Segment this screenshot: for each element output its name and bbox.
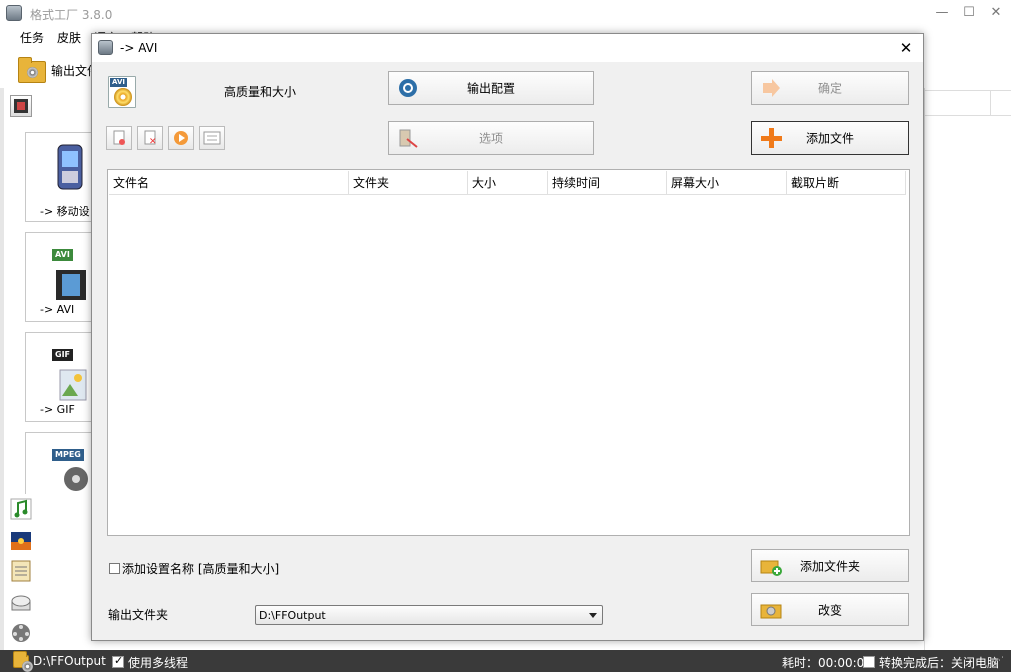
column-header-screen-size[interactable]: 屏幕大小 <box>667 171 787 195</box>
optical-disc-icon[interactable] <box>10 592 32 614</box>
convert-gif-label: -> GIF <box>40 403 75 416</box>
clear-list-button[interactable]: ✕ <box>137 126 163 150</box>
add-file-label: 添加文件 <box>805 131 854 146</box>
maximize-button[interactable]: ☐ <box>956 3 982 23</box>
video-category-tab[interactable] <box>10 95 32 117</box>
gif-badge: GIF <box>52 349 74 361</box>
status-output-path[interactable]: D:\FFOutput <box>33 654 106 668</box>
multithread-check-icon <box>112 654 124 668</box>
task-list-header <box>925 90 1011 116</box>
format-factory-app-icon <box>6 5 22 21</box>
main-task-list-area <box>924 88 1011 650</box>
convert-gif-card[interactable]: GIF -> GIF <box>25 332 95 422</box>
resize-grip-icon[interactable]: ⋰ <box>995 656 1004 666</box>
output-folder-icon[interactable] <box>18 57 46 83</box>
column-header-duration[interactable]: 持续时间 <box>548 171 667 195</box>
ok-button[interactable]: 确定 <box>751 71 909 105</box>
column-header-size[interactable]: 大小 <box>468 171 548 195</box>
mobile-phone-icon <box>57 144 83 190</box>
document-icon[interactable] <box>10 560 32 582</box>
options-button[interactable]: 选项 <box>388 121 594 155</box>
remove-file-button[interactable] <box>106 126 132 150</box>
mpeg-reel-icon <box>64 467 88 491</box>
menu-skin[interactable]: 皮肤 <box>57 29 81 46</box>
info-card-icon <box>203 131 221 145</box>
conversion-panel: -> 移动设 AVI -> AVI GIF -> GIF MPEG <box>0 88 95 650</box>
convert-mpeg-card[interactable]: MPEG <box>25 432 95 494</box>
column-header-folder[interactable]: 文件夹 <box>349 171 468 195</box>
add-setting-name-checkbox[interactable] <box>109 563 120 574</box>
avi-disc-icon <box>114 88 132 106</box>
add-setting-name-label: 添加设置名称 [高质量和大小] <box>122 562 280 576</box>
main-titlebar: 格式工厂 3.8.0 — ☐ ✕ <box>0 0 1011 26</box>
convert-mobile-label: -> 移动设 <box>40 205 90 218</box>
status-folder-icon[interactable] <box>13 651 33 672</box>
after-convert-label: 转换完成后：关闭电脑 <box>879 656 1000 670</box>
convert-mobile-card[interactable]: -> 移动设 <box>25 132 95 222</box>
dialog-titlebar: -> AVI ✕ <box>92 34 923 62</box>
svg-text:✕: ✕ <box>149 137 157 147</box>
output-config-label: 输出配置 <box>466 81 515 96</box>
add-folder-button[interactable]: 添加文件夹 <box>751 549 909 582</box>
dialog-app-icon <box>98 40 113 55</box>
quality-profile-label: 高质量和大小 <box>224 85 297 99</box>
picture-icon[interactable] <box>10 530 32 552</box>
elapsed-time: 耗时：00:00:00 <box>782 656 872 670</box>
close-button[interactable]: ✕ <box>983 3 1009 23</box>
change-button[interactable]: 改变 <box>751 593 909 626</box>
column-header-filename[interactable]: 文件名 <box>109 171 349 195</box>
convert-avi-label: -> AVI <box>40 303 75 316</box>
main-window-title: 格式工厂 3.8.0 <box>30 8 113 22</box>
avi-file-tag: AVI <box>110 78 127 87</box>
options-label: 选项 <box>478 131 503 146</box>
column-header-clip[interactable]: 截取片断 <box>787 171 906 195</box>
chevron-down-icon <box>589 613 597 618</box>
output-folder-select[interactable]: D:\FFOutput <box>255 605 603 625</box>
avi-file-icon: AVI <box>108 76 136 108</box>
output-config-button[interactable]: 输出配置 <box>388 71 594 105</box>
avi-badge: AVI <box>52 249 73 261</box>
ok-label: 确定 <box>817 81 842 96</box>
output-folder-label: 输出文件夹 <box>108 608 169 622</box>
menu-task[interactable]: 任务 <box>20 29 44 46</box>
mpeg-badge: MPEG <box>52 449 84 461</box>
utilities-reel-icon[interactable] <box>10 622 32 644</box>
dialog-title: -> AVI <box>120 41 158 55</box>
avi-convert-dialog: -> AVI ✕ AVI 高质量和大小 输出配置 选项 确定 添加文件 ✕ 文件… <box>91 33 924 641</box>
film-icon <box>14 99 28 113</box>
file-info-button[interactable] <box>199 126 225 150</box>
main-statusbar: D:\FFOutput 使用多线程 耗时：00:00:00 转换完成后：关闭电脑… <box>0 650 1011 672</box>
multithread-label: 使用多线程 <box>128 656 189 670</box>
multithread-checkbox[interactable] <box>112 654 124 668</box>
after-convert-check-icon <box>863 655 875 668</box>
file-list-table[interactable]: 文件名 文件夹 大小 持续时间 屏幕大小 截取片断 <box>107 169 910 536</box>
play-button[interactable] <box>168 126 194 150</box>
after-convert-checkbox[interactable] <box>863 654 875 668</box>
convert-avi-card[interactable]: AVI -> AVI <box>25 232 95 322</box>
remove-file-icon <box>113 130 125 145</box>
change-label: 改变 <box>817 603 842 617</box>
output-folder-value: D:\FFOutput <box>259 609 326 622</box>
play-icon <box>174 131 188 145</box>
panel-edge <box>0 88 4 650</box>
add-folder-label: 添加文件夹 <box>799 559 860 573</box>
clear-list-icon: ✕ <box>144 130 157 147</box>
minimize-button[interactable]: — <box>929 3 955 23</box>
add-setting-name-option[interactable]: 添加设置名称 [高质量和大小] <box>109 560 279 577</box>
music-icon[interactable] <box>10 498 32 520</box>
file-list-header: 文件名 文件夹 大小 持续时间 屏幕大小 截取片断 <box>109 171 906 195</box>
add-file-button[interactable]: 添加文件 <box>751 121 909 155</box>
dialog-close-button[interactable]: ✕ <box>895 38 917 58</box>
